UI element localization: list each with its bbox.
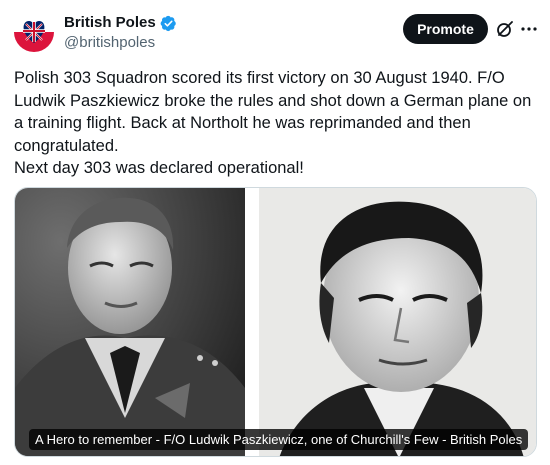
display-name[interactable]: British Poles [64,14,156,32]
tweet-paragraph: Polish 303 Squadron scored its first vic… [14,69,532,155]
tweet-media[interactable]: A Hero to remember - F/O Ludwik Paszkiew… [14,187,537,457]
avatar[interactable] [14,12,54,52]
uniformed-officer-portrait [15,188,245,456]
account-handle[interactable]: @britishpoles [64,34,155,52]
tweet-text: Polish 303 Squadron scored its first vic… [14,67,539,180]
tweet-paragraph: Next day 303 was declared operational! [14,159,304,177]
polish-british-flag-heart-avatar [14,12,54,52]
portrait-photo-right[interactable] [259,188,536,456]
more-icon[interactable] [520,19,538,39]
promote-button[interactable]: Promote [403,14,488,44]
grok-icon[interactable] [495,19,515,39]
media-caption: A Hero to remember - F/O Ludwik Paszkiew… [29,429,529,450]
portrait-photo-left[interactable] [15,188,245,456]
account-name-row[interactable]: British Poles [64,14,177,32]
verified-badge-icon[interactable] [160,15,177,32]
officer-id-portrait [259,188,536,456]
